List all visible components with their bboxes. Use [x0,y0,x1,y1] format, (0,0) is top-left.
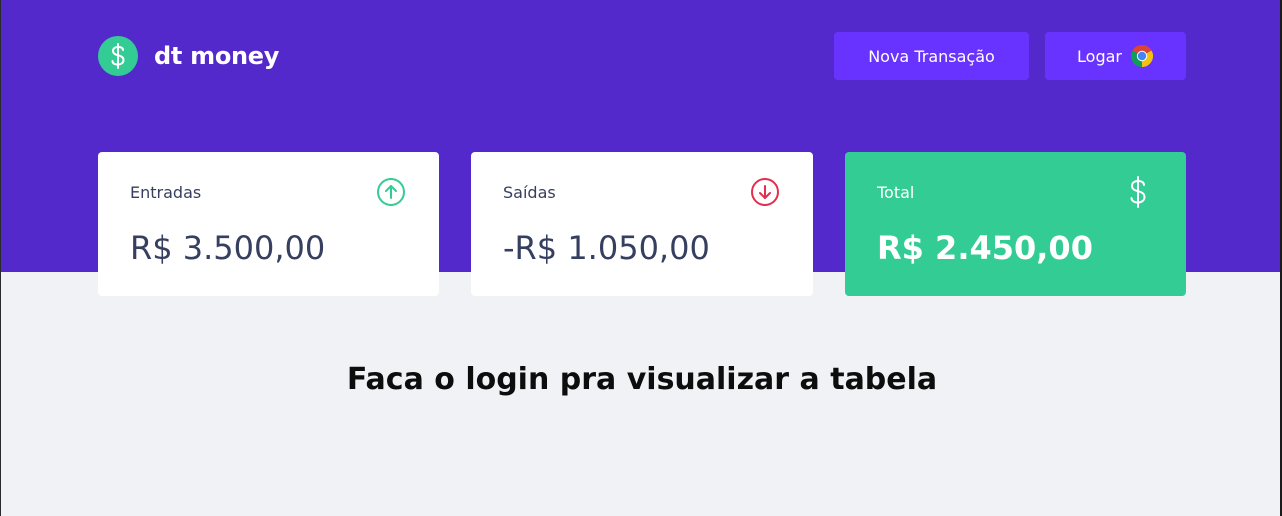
total-title: Total [877,182,915,202]
login-button[interactable]: Logar [1045,32,1186,80]
login-required-message: Faca o login pra visualizar a tabela [346,362,938,397]
logo: dt money [98,36,279,76]
total-value: R$ 2.450,00 [877,229,1093,267]
total-card: Total R$ 2.450,00 [845,152,1186,296]
arrow-up-circle-icon [375,176,407,208]
income-card: Entradas R$ 3.500,00 [98,152,439,296]
login-label: Logar [1077,46,1122,66]
chrome-icon [1130,44,1154,68]
window-border-left [0,0,1,516]
outcome-value: -R$ 1.050,00 [503,229,710,267]
dollar-icon [1122,176,1154,208]
app-name: dt money [154,42,280,70]
new-transaction-label: Nova Transação [868,46,995,66]
app-window: dt money Nova Transação Logar Entradas R… [0,0,1282,516]
arrow-down-circle-icon [749,176,781,208]
income-title: Entradas [130,182,202,202]
dollar-icon [98,36,138,76]
outcome-title: Saídas [503,182,556,202]
new-transaction-button[interactable]: Nova Transação [834,32,1029,80]
income-value: R$ 3.500,00 [130,229,326,267]
outcome-card: Saídas -R$ 1.050,00 [471,152,813,296]
